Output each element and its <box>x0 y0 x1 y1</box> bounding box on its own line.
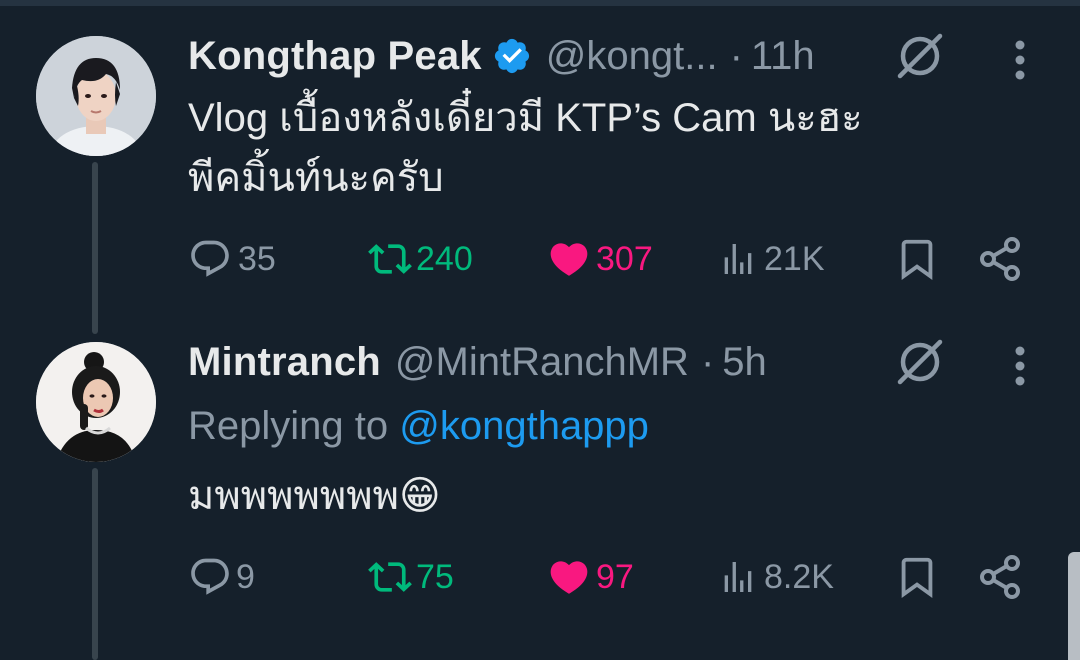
reply-count: 9 <box>236 557 255 596</box>
heart-icon <box>550 243 588 276</box>
avatar-image <box>36 36 156 156</box>
thread-view: Kongthap Peak @kongt... · 11h Vlog เบื้อ… <box>0 0 1080 660</box>
retweet-count: 75 <box>416 557 454 596</box>
handle[interactable]: @kongt... <box>546 34 718 79</box>
grok-icon[interactable] <box>894 336 946 388</box>
like-button[interactable]: 307 <box>546 234 653 284</box>
views-icon <box>724 562 752 592</box>
views-button[interactable]: 8.2K <box>718 552 834 602</box>
verified-badge-icon <box>494 38 529 74</box>
timestamp[interactable]: 5h <box>722 340 767 385</box>
avatar[interactable] <box>36 36 156 156</box>
grok-icon[interactable] <box>894 30 946 82</box>
views-button[interactable]: 21K <box>718 234 825 284</box>
separator-dot: · <box>700 339 715 384</box>
tweet-text-line: Vlog เบื้องหลังเดี๋ยวมี KTP’s Cam นะฮะ <box>188 96 863 140</box>
reply-icon <box>191 558 229 595</box>
like-count: 307 <box>596 239 653 278</box>
avatar[interactable] <box>36 342 156 462</box>
more-icon[interactable] <box>1013 346 1027 386</box>
tweet-text: มพพพพพพพ😁 <box>188 466 441 526</box>
bookmark-icon[interactable] <box>894 552 940 602</box>
scrollbar-thumb[interactable] <box>1068 552 1080 660</box>
reply-button[interactable]: 35 <box>188 234 276 284</box>
more-icon[interactable] <box>1013 40 1027 80</box>
display-name[interactable]: Mintranch <box>188 340 381 385</box>
reply-count: 35 <box>238 239 276 278</box>
avatar-image <box>36 342 156 462</box>
views-icon <box>724 244 752 274</box>
views-count: 21K <box>764 239 825 278</box>
tweet-mintranch[interactable]: Mintranch @MintRanchMR · 5h Replying to … <box>0 330 1080 660</box>
share-icon[interactable] <box>976 552 1024 602</box>
tweet-kongthap[interactable]: Kongthap Peak @kongt... · 11h Vlog เบื้อ… <box>0 0 1080 330</box>
like-button[interactable]: 97 <box>546 552 634 602</box>
retweet-icon <box>368 562 412 592</box>
handle[interactable]: @MintRanchMR <box>395 340 689 385</box>
tweet-text-line: มพพพพพพพ <box>188 474 399 518</box>
heart-icon <box>550 561 588 594</box>
display-name[interactable]: Kongthap Peak <box>188 34 482 79</box>
mention-link[interactable]: @kongthappp <box>399 404 649 448</box>
retweet-icon <box>368 244 412 274</box>
like-count: 97 <box>596 557 634 596</box>
timestamp[interactable]: 11h <box>751 34 815 79</box>
reply-icon <box>191 240 229 277</box>
tweet-header: Mintranch @MintRanchMR · 5h <box>188 336 767 388</box>
bookmark-icon[interactable] <box>894 234 940 284</box>
replying-to: Replying to @kongthappp <box>188 404 649 449</box>
separator-dot: · <box>729 33 743 78</box>
tweet-text: Vlog เบื้องหลังเดี๋ยวมี KTP’s Cam นะฮะ พ… <box>188 88 863 208</box>
share-icon[interactable] <box>976 234 1024 284</box>
views-count: 8.2K <box>764 557 834 596</box>
retweet-button[interactable]: 75 <box>366 552 454 602</box>
retweet-button[interactable]: 240 <box>366 234 473 284</box>
grinning-emoji: 😁 <box>398 474 441 518</box>
replying-prefix: Replying to <box>188 404 400 448</box>
tweet-header: Kongthap Peak @kongt... · 11h <box>188 30 815 82</box>
reply-button[interactable]: 9 <box>188 552 255 602</box>
retweet-count: 240 <box>416 239 473 278</box>
tweet-text-line: พีคมิ้นท์นะครับ <box>188 156 444 200</box>
